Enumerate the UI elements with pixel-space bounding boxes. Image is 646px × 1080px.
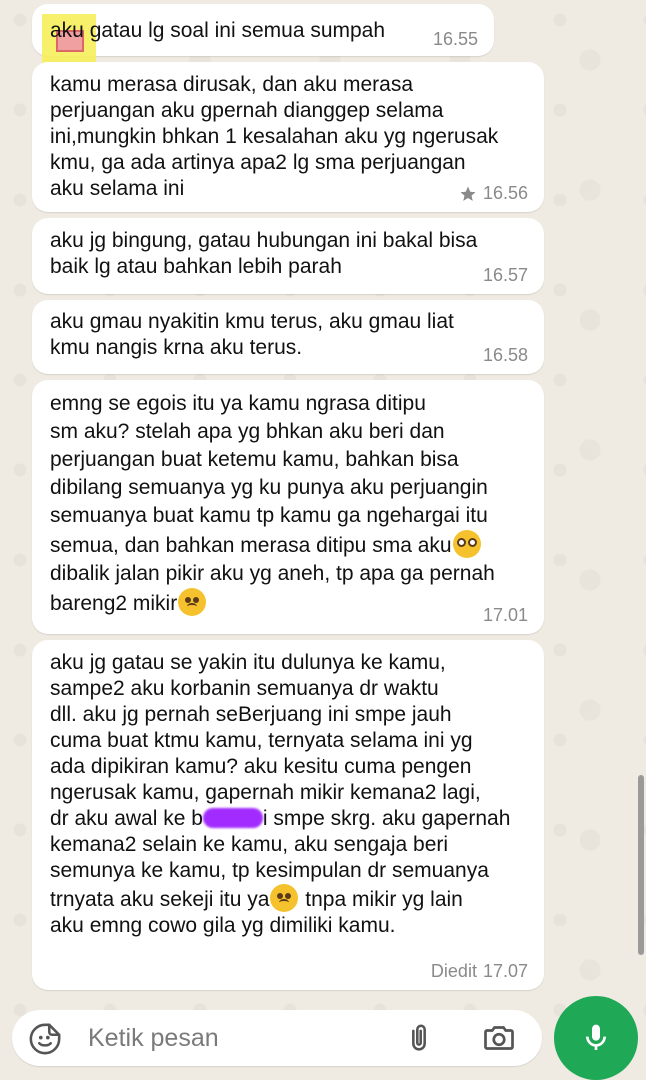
mic-icon [586, 1024, 606, 1050]
message-bubble[interactable]: aku jg bingung, gatau hubungan ini bakal… [32, 218, 544, 294]
attach-icon[interactable] [402, 1020, 436, 1056]
message-text: emng se egois itu ya kamu ngrasa ditipu … [50, 390, 528, 618]
message-bubble[interactable]: aku jg gatau se yakin itu dulunya ke kam… [32, 640, 544, 990]
message-text-part: aku jg gatau se yakin itu dulunya ke kam… [50, 651, 481, 804]
message-text: aku jg gatau se yakin itu dulunya ke kam… [50, 650, 528, 939]
message-bubble[interactable]: aku gatau lg soal ini semua sumpah 16.55 [32, 4, 494, 78]
message-text: kamu merasa dirusak, dan aku merasa perj… [50, 73, 499, 200]
message-input[interactable]: Ketik pesan [88, 1024, 219, 1053]
sad-face-icon [178, 588, 207, 616]
camera-icon[interactable] [480, 1020, 518, 1056]
message-bubble[interactable]: emng se egois itu ya kamu ngrasa ditipu … [32, 380, 544, 634]
timestamp: 17.07 [482, 961, 528, 981]
message-time: 16.56 [459, 183, 528, 204]
message-text: aku gmau nyakitin kmu terus, aku gmau li… [50, 310, 454, 359]
censor-scribble [202, 808, 263, 828]
mic-button[interactable] [554, 996, 638, 1080]
scrollbar-thumb[interactable] [638, 775, 644, 955]
message-text-part: tnpa mikir yg lain [299, 888, 463, 911]
pleading-face-icon [452, 530, 481, 558]
message-time: 17.01 [483, 605, 528, 626]
message-bubble[interactable]: kamu merasa dirusak, dan aku merasa perj… [32, 62, 544, 212]
message-text: aku gatau lg soal ini semua sumpah [50, 19, 386, 42]
composer-bar: Ketik pesan [0, 996, 646, 1080]
sticker-icon[interactable] [28, 1022, 62, 1056]
message-text-part: aku emng cowo gila yg dimiliki kamu. [50, 914, 396, 937]
message-text-part: trnyata aku sekeji itu ya [50, 888, 270, 911]
message-time: 16.58 [483, 345, 528, 366]
message-text-part: i smpe skrg. aku gapernah [262, 807, 511, 830]
sad-face-icon [270, 884, 299, 912]
message-text-part: dibalik jalan pikir aku yg aneh, tp apa … [50, 562, 495, 615]
star-icon [460, 186, 476, 201]
message-time: 16.55 [433, 29, 478, 50]
message-text-part: dr aku awal ke b [50, 807, 203, 830]
message-text: aku jg bingung, gatau hubungan ini bakal… [50, 229, 478, 278]
timestamp: 17.01 [482, 605, 528, 625]
message-input-container[interactable]: Ketik pesan [12, 1010, 542, 1066]
timestamp: 16.56 [482, 183, 528, 203]
edited-label: Diedit [430, 961, 477, 981]
timestamp: 16.55 [432, 29, 478, 49]
timestamp: 16.58 [482, 345, 528, 365]
message-time: 16.57 [483, 265, 528, 286]
timestamp: 16.57 [482, 265, 528, 285]
message-text-part: emng se egois itu ya kamu ngrasa ditipu … [50, 392, 488, 557]
message-bubble[interactable]: aku gmau nyakitin kmu terus, aku gmau li… [32, 300, 544, 374]
message-time: Diedit 17.07 [431, 961, 528, 982]
message-text-part: kemana2 selain ke kamu, aku sengaja beri… [50, 833, 489, 882]
